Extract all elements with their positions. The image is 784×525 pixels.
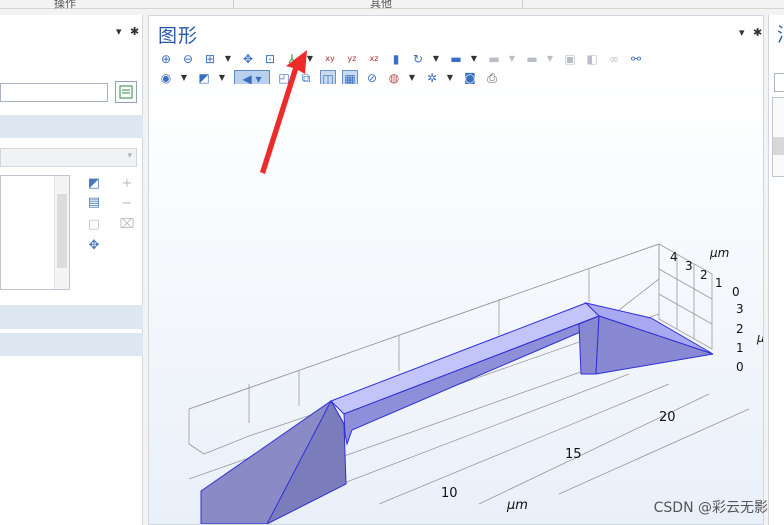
yz-plane-view-icon[interactable]: yz — [344, 51, 360, 67]
delete-icon[interactable]: ⌧ — [119, 218, 135, 232]
dropdown-icon[interactable]: ▼ — [546, 51, 554, 67]
ribbon-group-operations: 操作 — [54, 0, 76, 10]
search-input[interactable] — [0, 83, 108, 102]
panel-menu-icon[interactable]: ▾ — [739, 26, 745, 39]
select-box-icon[interactable]: ▬ — [448, 51, 464, 67]
section-header[interactable] — [0, 333, 143, 356]
chevron-down-icon: ▾ — [127, 151, 132, 161]
z-tick-label: 2 — [736, 322, 744, 336]
select-object-icon[interactable]: ▬ — [486, 51, 502, 67]
graphics-window: 图形 ▾ ✱ ⊕ ⊖ ⊞ ▼ ✥ ⊡ ⅄ ▼ xy yz xz ▮ ↻ ▼ ▬ … — [148, 15, 764, 525]
z-axis-unit: µ — [756, 331, 763, 345]
left-panel: ▾ ✱ ▾ ◩ ▤ ▢ ✥ + − ⌧ — [0, 15, 143, 525]
z-tick-label: 1 — [736, 341, 744, 355]
zoom-box-icon[interactable]: ⊞ — [202, 51, 218, 67]
right-panel-title: 消 — [777, 20, 784, 47]
dropdown-icon[interactable]: ▼ — [508, 51, 516, 67]
dropdown-icon[interactable]: ▼ — [224, 51, 232, 67]
x-tick-label: 20 — [659, 410, 676, 425]
y-tick-label: 2 — [700, 268, 708, 282]
add-icon[interactable]: + — [119, 177, 135, 191]
rotate-icon[interactable]: ↻ — [410, 51, 426, 67]
selection-combo[interactable]: ▾ — [0, 148, 137, 167]
zoom-out-icon[interactable]: ⊖ — [180, 51, 196, 67]
y-tick-label: 4 — [670, 250, 678, 264]
hide-icon[interactable]: ▣ — [562, 51, 578, 67]
watermark: CSDN @彩云无影 — [653, 500, 768, 516]
3d-geometry-view[interactable]: 5 10 15 20 µm 4 3 2 1 0 µm 3 2 1 0 µ — [149, 84, 763, 524]
build-selected-icon[interactable]: ▬ — [524, 51, 540, 67]
y-axis-unit: µm — [709, 246, 729, 260]
view-background — [149, 84, 763, 524]
y-tick-label: 3 — [685, 259, 693, 273]
zoom-selection-icon[interactable]: ⊡ — [262, 51, 278, 67]
xz-plane-view-icon[interactable]: xz — [366, 51, 382, 67]
search-button[interactable] — [115, 81, 137, 103]
pin-icon[interactable]: ✱ — [130, 25, 139, 38]
y-tick-label: 1 — [715, 276, 723, 290]
z-tick-label: 3 — [736, 302, 744, 316]
ribbon-strip: 操作 其他 — [0, 0, 784, 10]
ribbon-separator — [233, 0, 234, 8]
graphics-title: 图形 — [158, 25, 199, 47]
z-tick-label: 0 — [736, 360, 744, 374]
scroll-thumb[interactable] — [57, 194, 67, 268]
zoom-in-icon[interactable]: ⊕ — [158, 51, 174, 67]
zoom-selection-icon[interactable]: ✥ — [86, 239, 102, 253]
pin-icon[interactable]: ✱ — [753, 26, 762, 39]
go-to-view-icon[interactable]: ▮ — [388, 51, 404, 67]
link-icon[interactable]: ∞ — [606, 51, 622, 67]
x-tick-label: 15 — [565, 447, 582, 462]
right-panel-selected-row[interactable] — [773, 137, 784, 155]
remove-icon[interactable]: − — [119, 197, 135, 211]
list-icon — [119, 85, 133, 99]
right-panel-input[interactable] — [774, 73, 784, 92]
section-header[interactable] — [0, 115, 143, 138]
zoom-extents-icon[interactable]: ✥ — [240, 51, 256, 67]
ribbon-group-other: 其他 — [370, 0, 392, 10]
right-panel: 消 — [768, 15, 784, 525]
y-tick-label: 0 — [732, 285, 740, 299]
graphics-toolbar-row-1: ⊕ ⊖ ⊞ ▼ ✥ ⊡ ⅄ ▼ xy yz xz ▮ ↻ ▼ ▬ ▼ ▬ ▼ ▬… — [158, 51, 650, 67]
section-header[interactable] — [0, 305, 143, 329]
show-icon[interactable]: ◧ — [584, 51, 600, 67]
dropdown-icon[interactable]: ▼ — [306, 51, 314, 67]
paste-icon[interactable]: ◩ — [86, 177, 102, 191]
dropdown-icon[interactable]: ▼ — [470, 51, 478, 67]
copy-icon[interactable]: ▤ — [86, 196, 102, 210]
xy-plane-view-icon[interactable]: xy — [322, 51, 338, 67]
axis-orientation-icon[interactable]: ⅄ — [284, 51, 300, 67]
unlink-icon[interactable]: ⚯ — [628, 51, 644, 67]
panel-menu-icon[interactable]: ▾ — [116, 25, 122, 38]
app-window: 操作 其他 ▾ ✱ ▾ ◩ ▤ ▢ ✥ + − ⌧ 图形 ▾ ✱ ⊕ ⊖ ⊞ ▼… — [0, 0, 784, 525]
dropdown-icon[interactable]: ▼ — [432, 51, 440, 67]
x-axis-unit: µm — [506, 498, 528, 513]
ribbon-separator — [522, 0, 523, 8]
clear-icon[interactable]: ▢ — [86, 218, 102, 232]
x-tick-label: 10 — [441, 486, 458, 501]
selection-list[interactable] — [0, 175, 70, 290]
list-scrollbar[interactable] — [54, 176, 69, 289]
